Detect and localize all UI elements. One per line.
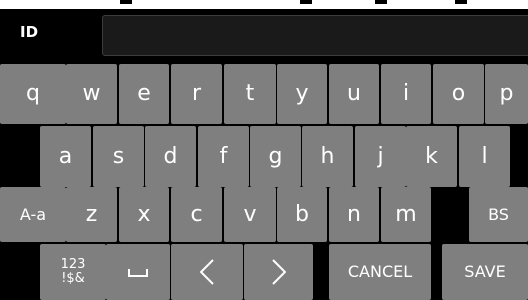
key-x[interactable]: x: [119, 187, 169, 242]
key-p[interactable]: p: [485, 64, 528, 124]
symbols-key-line1: 123: [60, 257, 86, 272]
symbols-key-line2: !$&: [61, 271, 85, 286]
space-key[interactable]: [106, 244, 170, 300]
cursor-right-key[interactable]: [244, 244, 313, 300]
key-b[interactable]: b: [277, 187, 327, 242]
symbols-key[interactable]: 123 !$&: [40, 244, 106, 300]
space-bar-icon: [128, 267, 148, 277]
key-y[interactable]: y: [277, 64, 327, 124]
key-e[interactable]: e: [119, 64, 169, 124]
id-label: ID: [20, 23, 39, 41]
key-c[interactable]: c: [171, 187, 222, 242]
key-n[interactable]: n: [329, 187, 379, 242]
key-a[interactable]: a: [40, 126, 91, 187]
top-edge-fragment: [300, 0, 312, 4]
key-r[interactable]: r: [171, 64, 222, 124]
cancel-button[interactable]: CANCEL: [329, 244, 431, 300]
key-t[interactable]: t: [224, 64, 276, 124]
arrow-right-icon: [271, 259, 286, 285]
backspace-key[interactable]: BS: [469, 187, 528, 242]
cursor-left-key[interactable]: [171, 244, 243, 300]
shift-case-key[interactable]: A-a: [0, 187, 66, 242]
arrow-left-icon: [200, 259, 214, 285]
key-q[interactable]: q: [0, 64, 66, 124]
key-d[interactable]: d: [145, 126, 196, 187]
input-header: ID: [0, 9, 528, 61]
key-i[interactable]: i: [381, 64, 431, 124]
key-g[interactable]: g: [250, 126, 301, 187]
key-f[interactable]: f: [198, 126, 249, 187]
key-v[interactable]: v: [224, 187, 276, 242]
top-edge-fragment: [375, 0, 387, 4]
save-button[interactable]: SAVE: [442, 244, 528, 300]
top-edge-fragment: [120, 0, 132, 4]
key-u[interactable]: u: [329, 64, 379, 124]
top-edge-fragment: [455, 0, 467, 4]
key-j[interactable]: j: [355, 126, 406, 187]
key-z[interactable]: z: [66, 187, 117, 242]
id-input[interactable]: [102, 15, 528, 56]
key-k[interactable]: k: [406, 126, 457, 187]
top-edge: [0, 0, 528, 9]
key-w[interactable]: w: [66, 64, 117, 124]
key-l[interactable]: l: [459, 126, 510, 187]
key-m[interactable]: m: [381, 187, 431, 242]
key-s[interactable]: s: [93, 126, 144, 187]
key-o[interactable]: o: [433, 64, 484, 124]
key-h[interactable]: h: [302, 126, 353, 187]
